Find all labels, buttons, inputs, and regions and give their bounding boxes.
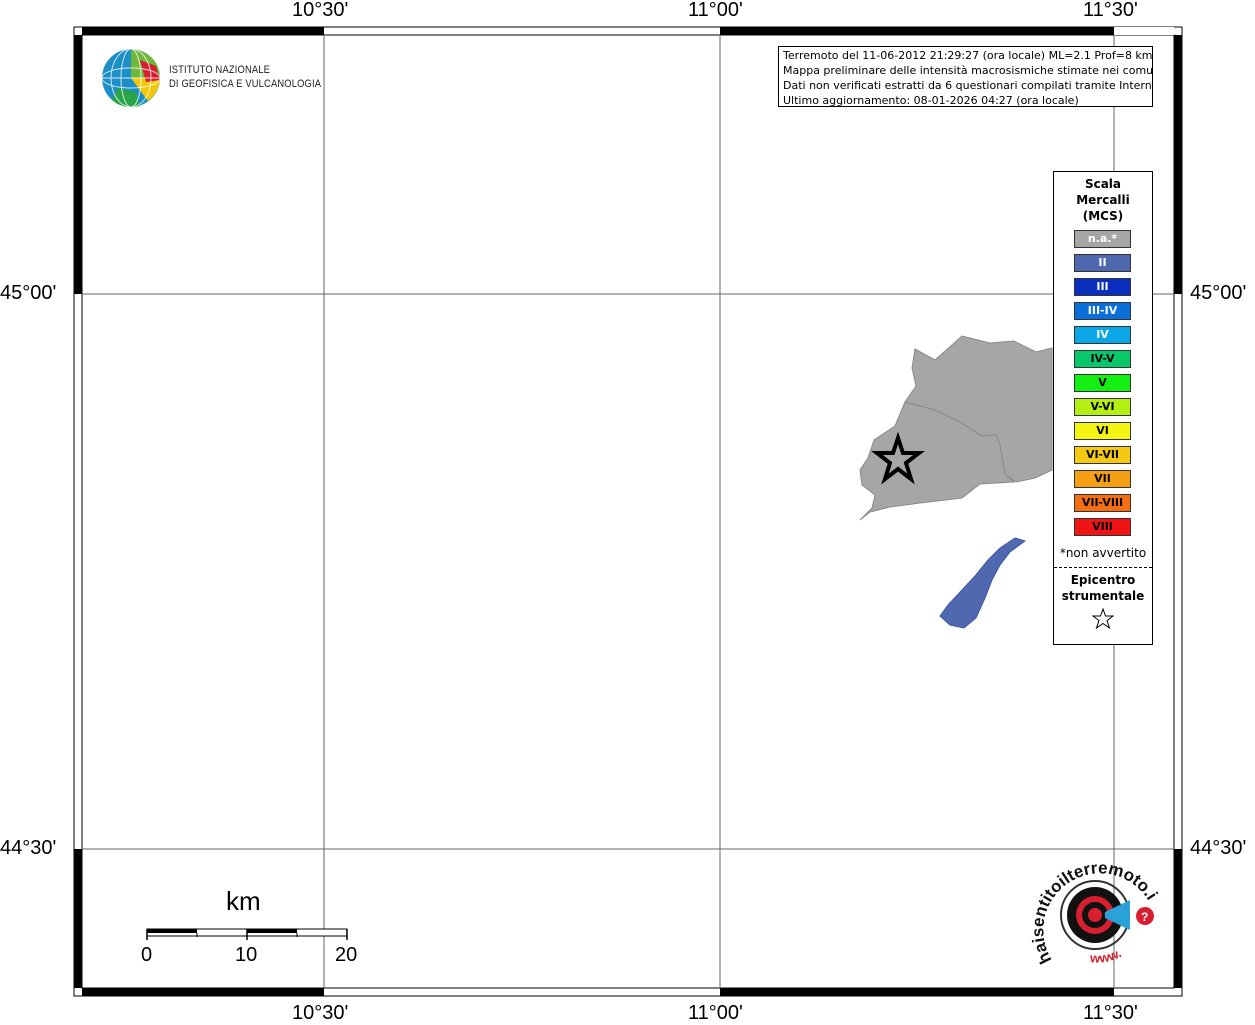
- lat-tick-right: 44°30': [1190, 837, 1247, 859]
- graticule: [82, 35, 1174, 988]
- ingv-globe-icon: [101, 48, 161, 108]
- legend-epicenter-line: strumentale: [1061, 589, 1145, 603]
- legend-star-icon: [1054, 607, 1152, 634]
- legend-epicenter-label: Epicentro strumentale: [1054, 572, 1152, 604]
- lat-tick-right: 45°00': [1190, 282, 1247, 304]
- haisentito-logo-text: haisentitoilterremoto.it www.: [1030, 850, 1161, 967]
- legend-item: II: [1074, 254, 1131, 272]
- ingv-name-line1: ISTITUTO NAZIONALE: [169, 64, 271, 76]
- lat-tick-left: 44°30': [0, 837, 57, 859]
- lon-tick-bottom: 11°30': [1083, 1002, 1138, 1024]
- legend-note: *non avvertito: [1059, 546, 1147, 560]
- event-info-box: Terremoto del 11-06-2012 21:29:27 (ora l…: [778, 46, 1153, 107]
- frame-segment: [1174, 35, 1182, 294]
- legend-item: IV-V: [1074, 350, 1131, 368]
- municipalities-not-felt: [859, 335, 1053, 521]
- event-info-line: Dati non verificati estratti da 6 questi…: [783, 79, 1153, 92]
- scale-bar-unit: km: [226, 886, 261, 916]
- scale-bar: [146, 928, 348, 940]
- haisentito-logo-label: haisentitoilterremoto.it: [1030, 850, 1161, 967]
- legend-item: V: [1074, 374, 1131, 392]
- ingv-logo-text: ISTITUTO NAZIONALE DI GEOFISICA E VULCAN…: [169, 63, 321, 91]
- legend-title: Scala Mercalli (MCS): [1054, 176, 1152, 224]
- legend-item: III-IV: [1074, 302, 1131, 320]
- legend-item: VI: [1074, 422, 1131, 440]
- legend-item: VIII: [1074, 518, 1131, 536]
- frame-segment: [720, 988, 1114, 996]
- legend-title-line: (MCS): [1082, 209, 1124, 223]
- frame-segment: [74, 849, 82, 988]
- svg-text:haisentitoilterremoto.it: haisentitoilterremoto.it: [1030, 850, 1161, 967]
- legend-item: V-VI: [1074, 398, 1131, 416]
- legend-item: VII-VIII: [1074, 494, 1131, 512]
- scale-bar-label: 10: [235, 944, 258, 966]
- frame-segment: [82, 988, 324, 996]
- event-info-line: Mappa preliminare delle intensità macros…: [783, 64, 1153, 77]
- legend-title-line: Mercalli: [1076, 193, 1130, 207]
- lon-tick-bottom: 10°30': [292, 1002, 349, 1024]
- legend-item: IV: [1074, 326, 1131, 344]
- ingv-name-line2: DI GEOFISICA E VULCANOLOGIA: [169, 78, 322, 90]
- lat-tick-left: 45°00': [0, 282, 57, 304]
- frame-segment: [720, 27, 1114, 35]
- frame-segment: [74, 35, 82, 294]
- event-info-line: Ultimo aggiornamento: 08-01-2026 04:27 (…: [783, 94, 1079, 107]
- lake-intensity-ii: [939, 537, 1027, 629]
- lon-tick-bottom: 11°00': [688, 1002, 743, 1024]
- haisentito-www-label: www.: [1089, 945, 1124, 966]
- frame-segment: [82, 27, 324, 35]
- lon-tick-top: 10°30': [292, 0, 349, 21]
- scale-bar-label: 20: [335, 944, 358, 966]
- mcs-legend: Scala Mercalli (MCS) n.a.* II III III-IV IV I…: [1053, 171, 1153, 645]
- legend-title-line: Scala: [1084, 177, 1122, 191]
- map-frame-outer: [73, 26, 1183, 997]
- lon-tick-top: 11°00': [688, 0, 743, 21]
- svg-text:www.: www.: [1089, 945, 1124, 966]
- legend-epicenter-line: Epicentro: [1070, 573, 1136, 587]
- legend-item: III: [1074, 278, 1131, 296]
- legend-item: n.a.*: [1074, 230, 1131, 248]
- lon-tick-top: 11°30': [1083, 0, 1138, 21]
- frame-segment: [1174, 849, 1182, 988]
- scale-bar-label: 0: [141, 944, 153, 966]
- legend-divider: [1054, 567, 1152, 568]
- legend-item: VII: [1074, 470, 1131, 488]
- legend-item: VI-VII: [1074, 446, 1131, 464]
- event-info-line: Terremoto del 11-06-2012 21:29:27 (ora l…: [783, 49, 1153, 62]
- map-frame-inner: [81, 34, 1175, 989]
